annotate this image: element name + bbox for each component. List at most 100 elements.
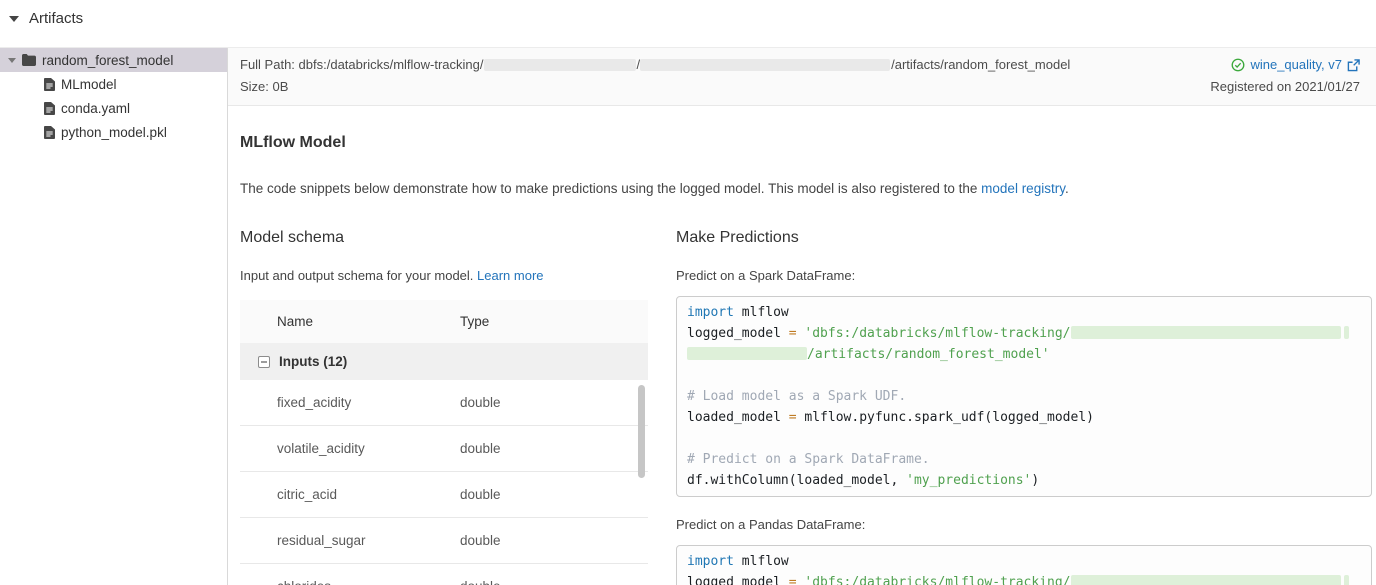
schema-field-type: double	[460, 487, 501, 502]
redacted-text	[1071, 326, 1341, 339]
folder-caret-icon[interactable]	[8, 58, 16, 63]
code-line: loaded_model = mlflow.pyfunc.spark_udf(l…	[687, 407, 1361, 428]
text-segment: dbfs:/databricks/mlflow-tracking/	[299, 57, 484, 72]
schema-field-type: double	[460, 441, 501, 456]
code-line	[687, 428, 1361, 449]
model-schema-section: Model schema Input and output schema for…	[240, 229, 648, 585]
full-path-line: Full Path: dbfs:/databricks/mlflow-track…	[240, 54, 1070, 76]
tree-file-row[interactable]: python_model.pkl	[0, 120, 227, 144]
redacted-text	[484, 59, 636, 71]
model-description: The code snippets below demonstrate how …	[240, 181, 1372, 196]
full-path-value: dbfs:/databricks/mlflow-tracking///artif…	[299, 57, 1071, 72]
text-segment: 'dbfs:/databricks/mlflow-tracking/	[804, 326, 1070, 341]
text-segment: =	[789, 326, 797, 341]
text-segment: # Load model as a Spark UDF.	[687, 389, 906, 404]
registered-model-line: wine_quality, v7	[1210, 54, 1360, 76]
pandas-snippet-label: Predict on a Pandas DataFrame:	[676, 517, 1372, 532]
schema-field-name: residual_sugar	[240, 533, 460, 548]
tree-folder-row-selected[interactable]: random_forest_model	[0, 48, 227, 72]
text-segment: 'dbfs:/databricks/mlflow-tracking/	[804, 575, 1070, 585]
code-line: df.withColumn(loaded_model, 'my_predicti…	[687, 470, 1361, 491]
description-text: The code snippets below demonstrate how …	[240, 181, 981, 196]
schema-section-title: Model schema	[240, 229, 648, 247]
collapse-caret-icon[interactable]	[9, 16, 19, 22]
artifacts-title: Artifacts	[29, 10, 83, 27]
redacted-text	[640, 59, 890, 71]
text-segment: /artifacts/random_forest_model'	[807, 347, 1050, 362]
schema-table-row: fixed_aciditydouble	[240, 380, 648, 426]
folder-icon	[22, 54, 36, 66]
text-segment: mlflow.pyfunc.spark_udf(logged_model)	[797, 410, 1094, 425]
schema-field-type: double	[460, 579, 501, 585]
code-line: /artifacts/random_forest_model'	[687, 344, 1361, 365]
tree-file-list: MLmodel conda.yaml python_model.pkl	[0, 72, 227, 144]
make-predictions-section: Make Predictions Predict on a Spark Data…	[676, 229, 1372, 585]
code-line: import mlflow	[687, 551, 1361, 572]
tree-file-row[interactable]: MLmodel	[0, 72, 227, 96]
model-registry-link[interactable]: model registry	[981, 181, 1065, 196]
code-line	[687, 365, 1361, 386]
inputs-group-label: Inputs (12)	[279, 354, 347, 369]
tree-folder-label: random_forest_model	[42, 53, 173, 68]
schema-field-type: double	[460, 533, 501, 548]
schema-field-name: citric_acid	[240, 487, 460, 502]
schema-table-header: Name Type	[240, 300, 648, 343]
artifacts-section-header: Artifacts	[0, 2, 1376, 47]
code-line: logged_model = 'dbfs:/databricks/mlflow-…	[687, 323, 1361, 344]
redacted-text	[1344, 575, 1349, 585]
registered-model-link[interactable]: wine_quality, v7	[1250, 54, 1342, 76]
pandas-code-snippet: import mlflowlogged_model = 'dbfs:/datab…	[676, 545, 1372, 585]
text-segment: =	[789, 410, 797, 425]
schema-rows: fixed_aciditydoublevolatile_aciditydoubl…	[240, 380, 648, 585]
tree-file-label: MLmodel	[61, 77, 117, 92]
table-scrollbar-thumb[interactable]	[638, 385, 645, 478]
code-line: import mlflow	[687, 302, 1361, 323]
schema-table-row: residual_sugardouble	[240, 518, 648, 564]
redacted-text	[1071, 575, 1341, 585]
page-title: MLflow Model	[240, 134, 1372, 152]
artifact-detail-pane: Full Path: dbfs:/databricks/mlflow-track…	[228, 48, 1376, 585]
text-segment: logged_model	[687, 326, 789, 341]
redacted-text	[1344, 326, 1349, 339]
registered-date: Registered on 2021/01/27	[1210, 76, 1360, 98]
schema-table-row: citric_aciddouble	[240, 472, 648, 518]
schema-subtitle-text: Input and output schema for your model.	[240, 268, 477, 283]
learn-more-link[interactable]: Learn more	[477, 268, 543, 283]
check-circle-icon	[1231, 58, 1245, 72]
text-segment: )	[1031, 473, 1039, 488]
text-segment: df.withColumn(loaded_model,	[687, 473, 906, 488]
full-path-label: Full Path:	[240, 57, 295, 72]
schema-table-row: volatile_aciditydouble	[240, 426, 648, 472]
text-segment: mlflow	[734, 305, 789, 320]
spark-snippet-label: Predict on a Spark DataFrame:	[676, 268, 1372, 283]
artifact-tree-sidebar: random_forest_model MLmodel conda.yaml p…	[0, 48, 228, 585]
schema-table-row: chloridesdouble	[240, 564, 648, 585]
schema-field-type: double	[460, 395, 501, 410]
text-segment: loaded_model	[687, 410, 789, 425]
text-segment: # Predict on a Spark DataFrame.	[687, 452, 930, 467]
tree-file-label: conda.yaml	[61, 101, 130, 116]
collapse-minus-icon[interactable]	[258, 356, 270, 368]
text-segment: logged_model	[687, 575, 789, 585]
size-line: Size: 0B	[240, 76, 1070, 98]
predictions-section-title: Make Predictions	[676, 229, 1372, 247]
external-link-icon[interactable]	[1347, 59, 1360, 72]
schema-field-name: chlorides	[240, 579, 460, 585]
tree-file-label: python_model.pkl	[61, 125, 167, 140]
mlflow-model-doc: MLflow Model The code snippets below dem…	[228, 106, 1376, 585]
spark-code-snippet: import mlflowlogged_model = 'dbfs:/datab…	[676, 296, 1372, 497]
redacted-text	[687, 347, 807, 360]
size-label: Size:	[240, 79, 269, 94]
text-segment: /artifacts/random_forest_model	[891, 57, 1070, 72]
size-value: 0B	[273, 79, 289, 94]
artifacts-panel: Artifacts random_forest_model MLmodel co…	[0, 0, 1376, 585]
file-code-icon	[44, 102, 55, 115]
tree-file-row[interactable]: conda.yaml	[0, 96, 227, 120]
description-period: .	[1065, 181, 1069, 196]
file-text-icon	[44, 126, 55, 139]
code-line: # Predict on a Spark DataFrame.	[687, 449, 1361, 470]
schema-field-name: fixed_acidity	[240, 395, 460, 410]
schema-subtitle: Input and output schema for your model. …	[240, 268, 648, 283]
schema-inputs-group-row[interactable]: Inputs (12)	[240, 343, 648, 380]
text-segment: import	[687, 305, 734, 320]
